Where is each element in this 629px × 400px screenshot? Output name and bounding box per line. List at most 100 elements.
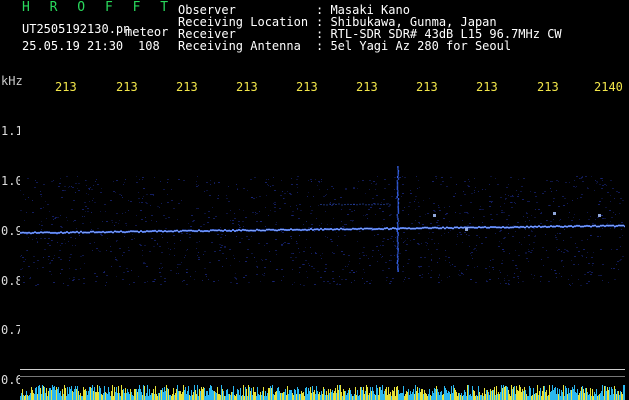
noise-speck [123,252,125,253]
noise-speck [40,191,41,192]
antenna-value: : 5el Yagi Az 280 for Seoul [316,39,512,53]
carrier-line-core [528,226,530,228]
noise-speck [308,192,309,193]
carrier-line-core [132,230,134,232]
noise-speck [142,250,143,251]
noise-bar-column [620,391,621,400]
noise-speck [556,277,557,278]
noise-speck [318,181,320,182]
noise-speck [243,188,245,189]
noise-speck [489,196,491,197]
noise-speck [236,236,237,237]
noise-speck [436,222,438,223]
noise-bar-column [496,386,497,400]
noise-speck [139,244,141,245]
meteor-streak [397,226,399,228]
noise-speck [187,249,188,250]
noise-speck [540,276,542,277]
noise-speck [198,185,199,186]
carrier-line-core [90,231,92,233]
noise-speck [536,202,538,203]
carrier-line-core [350,228,352,230]
noise-speck [54,255,55,256]
noise-speck [253,198,255,199]
noise-speck [526,212,527,213]
noise-speck [619,237,621,238]
noise-bar-column [400,393,401,400]
carrier-line-core [110,231,112,233]
noise-bar-column [456,392,457,400]
noise-speck [100,192,102,193]
noise-bar-column [587,392,588,400]
noise-speck [396,248,397,249]
noise-speck [161,268,162,269]
noise-speck [508,280,510,281]
carrier-line-core [430,227,432,229]
noise-speck [555,235,556,236]
noise-speck [622,235,623,236]
noise-bar-column [428,394,429,400]
carrier-line-core [492,226,494,228]
carrier-line-core [484,226,486,228]
noise-speck [101,188,102,189]
noise-speck [547,257,549,258]
noise-speck [514,202,515,203]
meteor-streak [397,268,399,270]
x-tick-label: 213 [236,80,258,94]
noise-bar-column [279,391,280,400]
noise-speck [492,267,494,268]
noise-bar-column [405,394,406,400]
noise-speck [196,242,198,243]
carrier-line-core [140,230,142,232]
noise-speck [518,255,519,256]
noise-speck [456,244,457,245]
noise-bar-column [530,388,531,400]
noise-speck [504,237,506,238]
noise-speck [184,257,185,258]
noise-speck [375,214,376,215]
noise-speck [546,250,547,251]
carrier-line-core [38,232,40,234]
noise-bar-column [455,390,456,400]
noise-speck [585,176,587,177]
noise-speck [37,242,38,243]
noise-speck [224,246,226,247]
noise-bar-column [28,396,29,400]
noise-speck [292,284,293,285]
noise-bar-column [49,388,50,400]
noise-speck [270,261,271,262]
meteor-streak [396,262,399,264]
noise-bar-column [38,386,39,400]
noise-bar-column [65,388,66,400]
noise-speck [535,235,536,236]
noise-bar-column [186,394,187,400]
carrier-line-core [34,231,36,233]
noise-speck [615,214,616,215]
noise-speck [84,263,85,264]
noise-speck [489,201,491,202]
noise-bar-column [586,388,587,400]
carrier-line-core [328,228,330,230]
noise-speck [269,251,270,252]
carrier-line-core [616,225,618,227]
noise-speck [299,204,301,205]
carrier-line-core [576,225,578,227]
noise-speck [445,214,447,215]
noise-speck [55,217,57,218]
noise-bar-column [88,391,89,400]
noise-speck [371,183,372,184]
noise-bar-column [483,396,484,400]
noise-speck [214,183,215,184]
noise-speck [372,198,374,199]
noise-bar-column [607,387,608,400]
noise-speck [245,261,247,262]
noise-speck [439,275,440,276]
noise-speck [489,184,490,185]
noise-bar-column [352,396,353,400]
noise-speck [339,284,341,285]
noise-bar-column [221,385,222,400]
noise-speck [557,250,558,251]
noise-speck [129,284,130,285]
noise-bar-column [447,393,448,400]
noise-speck [541,259,542,260]
